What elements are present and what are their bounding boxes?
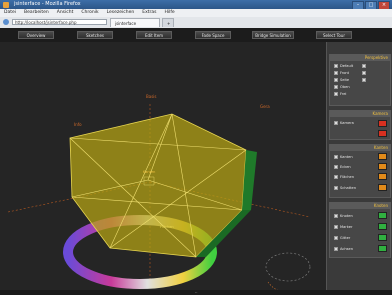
menu-bar: Datei Bearbeiten Ansicht Chronik Lesezei… <box>0 9 392 17</box>
control-panel: Perspektive Default Front Seite Oben Fre… <box>326 42 392 295</box>
fade-space-button[interactable]: Fade Space <box>195 31 231 39</box>
url-input[interactable]: http://localhost/jsinterface.php <box>12 19 107 25</box>
shadow-checkbox[interactable] <box>334 186 338 190</box>
window-titlebar: jsinterface - Mozilla Firefox – □ × <box>0 0 392 10</box>
rotation-gizmo[interactable] <box>265 252 311 282</box>
perspective-front-checkbox[interactable] <box>334 71 338 75</box>
faces-label: Flächen <box>340 175 355 179</box>
nodes-heading: Knoten <box>330 203 390 209</box>
nodes-label: Knoten <box>340 214 353 218</box>
perspective-front-label: Front <box>340 71 350 75</box>
corners-checkbox[interactable] <box>334 165 338 169</box>
overview-button[interactable]: Overview <box>18 31 54 39</box>
back-icon[interactable] <box>3 19 9 25</box>
grid-label: Gitter <box>340 236 351 240</box>
edges-color-swatch-3[interactable] <box>378 173 387 180</box>
camera-heading: Kamera <box>330 111 390 117</box>
label-right: Gera <box>260 104 270 109</box>
axes-checkbox[interactable] <box>334 247 338 251</box>
label-left: Info <box>74 122 82 127</box>
perspective-free-checkbox[interactable] <box>334 92 338 96</box>
edges-label: Kanten <box>340 155 353 159</box>
corners-label: Ecken <box>340 165 351 169</box>
axes-label: Achsen <box>340 247 354 251</box>
menu-bookmarks[interactable]: Lesezeichen <box>107 9 135 17</box>
perspective-side-checkbox[interactable] <box>334 78 338 82</box>
nodes-color-swatch-3[interactable] <box>378 234 387 241</box>
status-text: ·· <box>195 290 198 295</box>
camera-color-swatch-1[interactable] <box>378 120 387 127</box>
menu-help[interactable]: Hilfe <box>164 9 174 17</box>
perspective-heading: Perspektive <box>330 55 390 61</box>
new-tab-button[interactable]: + <box>162 18 174 27</box>
nodes-color-swatch-1[interactable] <box>378 212 387 219</box>
window-title: jsinterface - Mozilla Firefox <box>14 1 81 7</box>
perspective-default-label: Default <box>340 64 354 68</box>
edges-color-swatch-1[interactable] <box>378 153 387 160</box>
label-bottom: Flächen <box>160 225 174 229</box>
firefox-icon <box>3 1 9 8</box>
faces-checkbox[interactable] <box>334 175 338 179</box>
camera-label: Kamera <box>340 121 354 125</box>
scene-canvas[interactable]: Basis Info Gera Kanten Flächen <box>0 42 326 295</box>
sketches-button[interactable]: Sketches <box>77 31 113 39</box>
app-toolbar: Overview Sketches Edit Item Fade Space B… <box>0 28 392 42</box>
camera-checkbox[interactable] <box>334 121 338 125</box>
menu-edit[interactable]: Bearbeiten <box>24 9 49 17</box>
perspective-section: Perspektive Default Front Seite Oben Fre… <box>329 54 391 106</box>
polyhedron-model[interactable] <box>69 113 257 258</box>
perspective-option-b-checkbox[interactable] <box>362 71 366 75</box>
menu-file[interactable]: Datei <box>4 9 16 17</box>
camera-color-swatch-2[interactable] <box>378 130 387 137</box>
shadow-label: Schatten <box>340 186 357 190</box>
label-center: Kanten <box>143 170 155 174</box>
status-bar: ·· <box>0 290 392 295</box>
perspective-option-a-checkbox[interactable] <box>362 64 366 68</box>
markers-label: Marker <box>340 225 353 229</box>
edges-heading: Kanten <box>330 145 390 151</box>
perspective-free-label: Frei <box>340 92 347 96</box>
nodes-section: Knoten Knoten Marker Gitter Achsen <box>329 202 391 258</box>
nodes-checkbox[interactable] <box>334 214 338 218</box>
grid-checkbox[interactable] <box>334 236 338 240</box>
nodes-color-swatch-2[interactable] <box>378 223 387 230</box>
markers-checkbox[interactable] <box>334 225 338 229</box>
perspective-side-label: Seite <box>340 78 350 82</box>
nodes-color-swatch-4[interactable] <box>378 245 387 252</box>
edges-color-swatch-4[interactable] <box>378 184 387 191</box>
tab-jsinterface[interactable]: jsinterface <box>110 18 160 27</box>
menu-view[interactable]: Ansicht <box>57 9 74 17</box>
3d-viewport[interactable]: Basis Info Gera Kanten Flächen <box>0 42 326 295</box>
edges-checkbox[interactable] <box>334 155 338 159</box>
select-tour-button[interactable]: Select Tour <box>316 31 352 39</box>
camera-section: Kamera Kamera <box>329 110 391 140</box>
perspective-top-label: Oben <box>340 85 350 89</box>
perspective-top-checkbox[interactable] <box>334 85 338 89</box>
perspective-option-c-checkbox[interactable] <box>362 78 366 82</box>
edges-color-swatch-2[interactable] <box>378 163 387 170</box>
menu-tools[interactable]: Extras <box>142 9 156 17</box>
edges-section: Kanten Kanten Ecken Flächen Schatten <box>329 144 391 198</box>
edit-item-button[interactable]: Edit Item <box>136 31 172 39</box>
menu-history[interactable]: Chronik <box>81 9 98 17</box>
perspective-default-checkbox[interactable] <box>334 64 338 68</box>
label-top: Basis <box>146 94 156 99</box>
bridge-simulation-button[interactable]: Bridge Simulation <box>252 31 294 39</box>
